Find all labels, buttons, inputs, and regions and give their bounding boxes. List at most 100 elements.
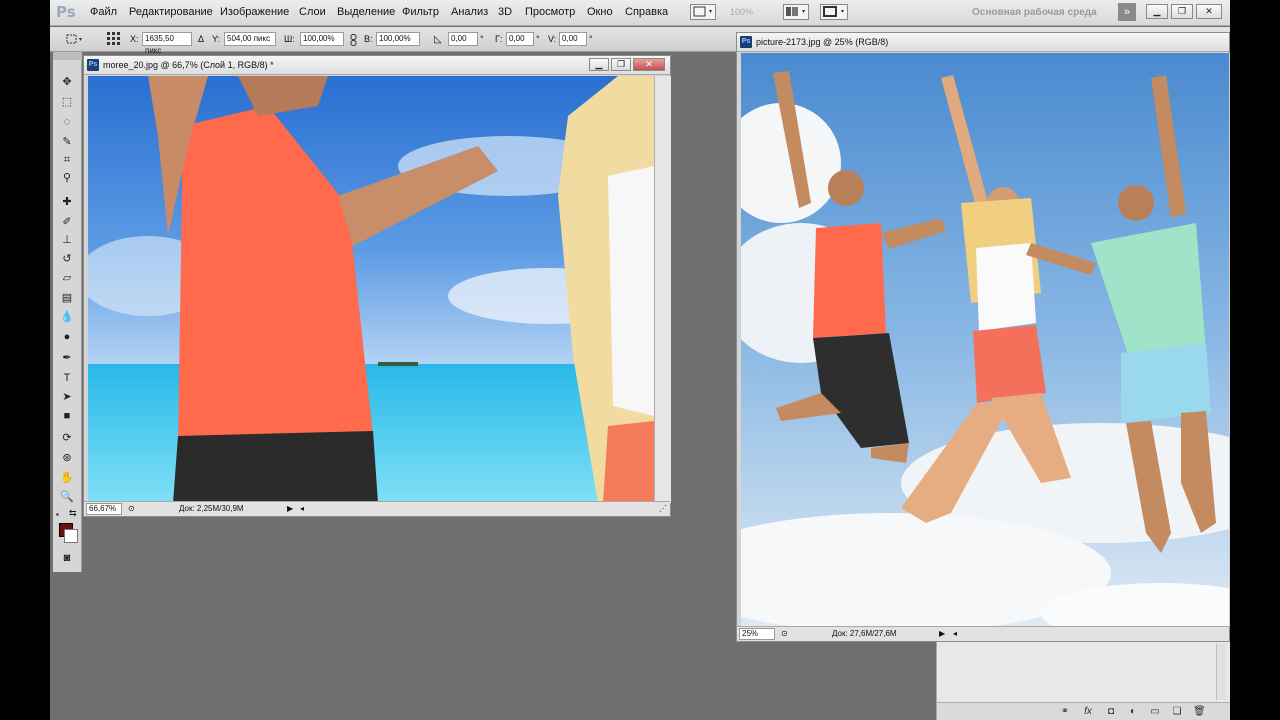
menu-filter[interactable]: Фильтр (402, 6, 439, 18)
angle-input[interactable]: 0,00 (448, 32, 478, 46)
crop-icon[interactable]: ⌗ (58, 152, 76, 168)
link-layers-icon[interactable]: ⚭ (1059, 706, 1071, 718)
document-size-info: Док: 27,6M/27,6M (832, 629, 897, 638)
hand-icon[interactable]: ✋ (58, 470, 76, 486)
history-brush-icon[interactable]: ↺ (58, 251, 76, 267)
document-size-info: Док: 2,25M/30,9M (179, 504, 244, 513)
layer-style-icon[interactable]: fx (1082, 706, 1094, 718)
document-statusbar: 25% ⊙ Док: 27,6M/27,6M ▶ ◂ (737, 626, 1229, 641)
minimize-button[interactable]: ▁ (1146, 4, 1168, 19)
dodge-icon[interactable]: ● (58, 329, 76, 345)
screen-mode-toggle-icon[interactable] (820, 4, 848, 20)
lasso-icon[interactable]: ◌ (58, 114, 76, 130)
link-icon[interactable] (350, 34, 358, 49)
zoom-field[interactable]: 25% (739, 628, 775, 640)
menu-image[interactable]: Изображение (220, 6, 289, 18)
adjustment-layer-icon[interactable]: ◐ (1127, 706, 1139, 718)
status-icon[interactable]: ⊙ (781, 629, 788, 638)
new-layer-icon[interactable]: ❏ (1171, 706, 1183, 718)
vskew-label: V: (548, 34, 557, 44)
menu-layers[interactable]: Слои (299, 6, 326, 18)
scroll-left-icon[interactable]: ◂ (953, 629, 957, 638)
menu-3d[interactable]: 3D (498, 6, 512, 18)
tools-panel: ✥ ⬚ ◌ ✎ ⌗ ⚲ ✚ ✐ ⊥ ↺ ▱ ▤ 💧 ● ✒ T ➤ ■ ⟳ ⊛ … (53, 52, 82, 572)
scroll-left-icon[interactable]: ◂ (300, 504, 304, 513)
stamp-icon[interactable]: ⊥ (58, 232, 76, 248)
new-group-icon[interactable]: ▭ (1149, 706, 1161, 718)
width-input[interactable]: 100,00% (300, 32, 344, 46)
document-titlebar[interactable]: Ps moree_20.jpg @ 66,7% (Слой 1, RGB/8) … (84, 56, 670, 75)
screen-mode-icon[interactable] (690, 4, 716, 20)
app-logo: Ps (56, 3, 76, 21)
zoom-combo[interactable]: 100% (730, 7, 753, 17)
close-button[interactable]: ✕ (1196, 4, 1222, 19)
document-window-picture: Ps picture-2173.jpg @ 25% (RGB/8) 25% ⊙ … (736, 32, 1230, 642)
menu-file[interactable]: Файл (90, 6, 117, 18)
status-menu-arrow-icon[interactable]: ▶ (287, 504, 293, 513)
menu-window[interactable]: Окно (587, 6, 613, 18)
menu-help[interactable]: Справка (625, 6, 668, 18)
menu-view[interactable]: Просмотр (525, 6, 575, 18)
3d-rotate-icon[interactable]: ⟳ (58, 430, 76, 446)
swap-colors-icon[interactable]: ⇆ (69, 508, 77, 519)
gradient-icon[interactable]: ▤ (58, 290, 76, 306)
document-title: picture-2173.jpg @ 25% (RGB/8) (756, 37, 889, 47)
doc-vertical-scrollbar[interactable] (654, 76, 671, 503)
delete-layer-icon[interactable]: 🗑 (1193, 706, 1206, 718)
layers-scrollbar[interactable] (1216, 644, 1226, 700)
angle-unit: ° (480, 34, 484, 44)
restore-button[interactable]: ❐ (1171, 4, 1193, 19)
brush-icon[interactable]: ✐ (58, 214, 76, 230)
reference-point-icon[interactable] (106, 31, 122, 50)
tools-panel-grip[interactable] (53, 52, 82, 60)
delta-icon[interactable]: Δ (198, 34, 204, 44)
angle-icon: ◺ (434, 34, 442, 45)
layer-mask-icon[interactable]: ◘ (1105, 706, 1117, 718)
workspace-label[interactable]: Основная рабочая среда (972, 7, 1097, 18)
hskew-input[interactable]: 0,00 (506, 32, 534, 46)
w-label: Ш: (284, 34, 295, 44)
path-select-icon[interactable]: ➤ (58, 389, 76, 405)
shape-icon[interactable]: ■ (58, 408, 76, 424)
h-label: В: (364, 34, 373, 44)
healing-icon[interactable]: ✚ (58, 194, 76, 210)
document-titlebar[interactable]: Ps picture-2173.jpg @ 25% (RGB/8) (737, 33, 1229, 52)
pen-icon[interactable]: ✒ (58, 350, 76, 366)
blur-icon[interactable]: 💧 (58, 309, 76, 325)
left-letterbox (0, 0, 50, 720)
marquee-icon[interactable]: ⬚ (58, 94, 76, 110)
status-icon[interactable]: ⊙ (128, 504, 135, 513)
move-icon[interactable]: ✥ (58, 74, 76, 90)
quick-select-icon[interactable]: ✎ (58, 134, 76, 150)
doc-restore-button[interactable]: ❐ (611, 58, 631, 71)
menu-select[interactable]: Выделение (337, 6, 395, 18)
3d-orbit-icon[interactable]: ⊛ (58, 450, 76, 466)
document-icon: Ps (87, 59, 99, 71)
canvas-moree[interactable] (88, 76, 654, 503)
doc-minimize-button[interactable]: ▁ (589, 58, 609, 71)
transform-tool-icon[interactable] (64, 32, 84, 49)
eraser-icon[interactable]: ▱ (58, 270, 76, 286)
image-jumping-people (741, 53, 1229, 627)
x-input[interactable]: 1635,50 пикс (142, 32, 192, 55)
zoom-field[interactable]: 66,67% (86, 503, 122, 515)
menu-analysis[interactable]: Анализ (451, 6, 488, 18)
vskew-input[interactable]: 0,00 (559, 32, 587, 46)
doc-close-button[interactable]: ✕ (633, 58, 665, 71)
quick-mask-icon[interactable]: ◙ (58, 550, 76, 566)
eyedropper-icon[interactable]: ⚲ (58, 170, 76, 186)
canvas-picture[interactable] (741, 53, 1229, 627)
type-icon[interactable]: T (58, 370, 76, 386)
arrange-documents-icon[interactable] (783, 4, 809, 20)
y-input[interactable]: 504,00 пикс (224, 32, 276, 46)
default-colors-icon[interactable]: ▪ (56, 510, 59, 519)
resize-grip-icon[interactable]: ⋰ (659, 504, 667, 513)
zoom-icon[interactable]: 🔍 (58, 489, 76, 505)
document-title: moree_20.jpg @ 66,7% (Слой 1, RGB/8) * (103, 60, 274, 70)
background-color-swatch[interactable] (64, 529, 78, 543)
workspace-expand-icon[interactable]: » (1118, 3, 1136, 21)
height-input[interactable]: 100,00% (376, 32, 420, 46)
x-label: X: (130, 34, 139, 44)
menu-edit[interactable]: Редактирование (129, 6, 213, 18)
status-menu-arrow-icon[interactable]: ▶ (939, 629, 945, 638)
